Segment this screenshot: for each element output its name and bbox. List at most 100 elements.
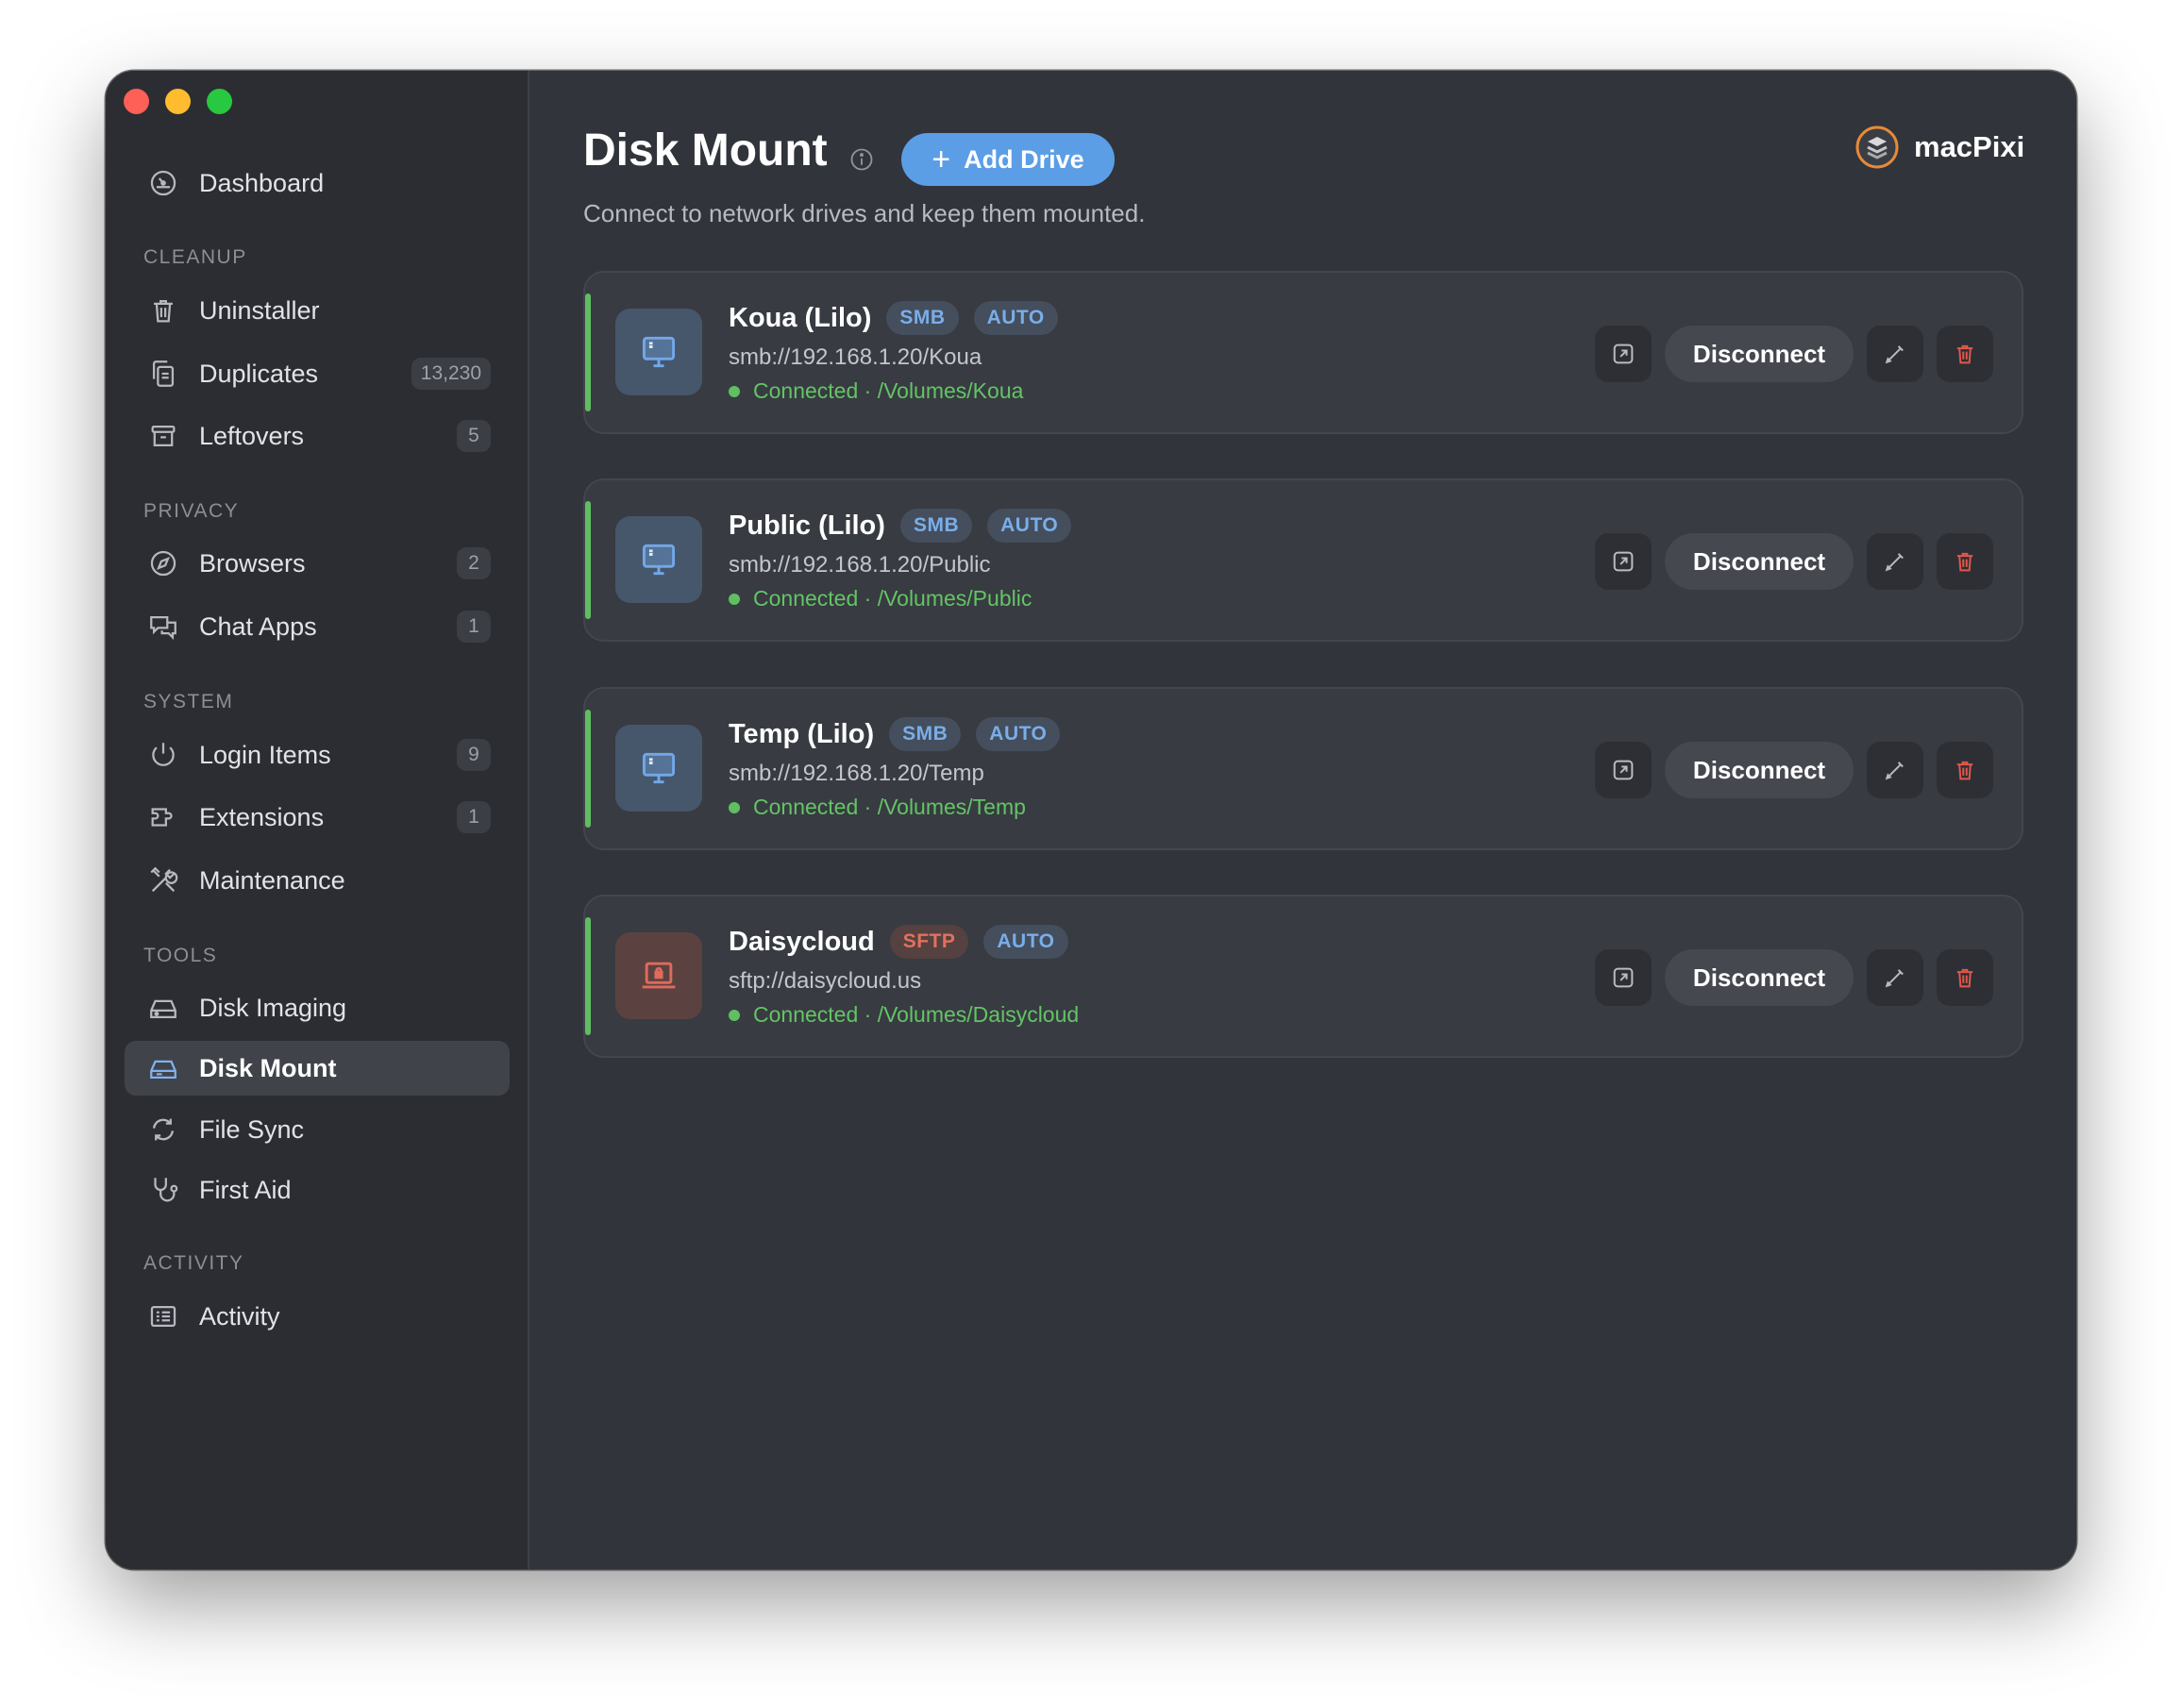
open-external-icon [1613, 343, 1634, 364]
status-text: Connected · /Volumes/Temp [753, 795, 1026, 819]
disconnect-button[interactable]: Disconnect [1665, 949, 1854, 1006]
drive-actions: Disconnect [1595, 949, 1993, 1006]
sidebar-item-file-sync[interactable]: File Sync [125, 1102, 510, 1157]
status-dot-icon [729, 593, 740, 605]
status-dot-icon [729, 1009, 740, 1021]
drive-name: Daisycloud [729, 926, 875, 957]
status-dot-icon [729, 385, 740, 397]
sidebar-item-label: Uninstaller [199, 295, 320, 325]
pencil-icon [1885, 553, 1904, 572]
sidebar-item-leftovers[interactable]: Leftovers 5 [125, 409, 510, 463]
laptop-lock-icon [642, 962, 676, 989]
protocol-badge: SMB [889, 717, 962, 751]
connected-indicator-bar [585, 710, 591, 828]
copy-icon [146, 357, 180, 391]
edit-drive-button[interactable] [1867, 949, 1923, 1006]
delete-drive-button[interactable] [1937, 949, 1993, 1006]
sidebar-item-browsers[interactable]: Browsers 2 [125, 536, 510, 591]
sidebar-item-disk-imaging[interactable]: Disk Imaging [125, 980, 510, 1035]
add-drive-button[interactable]: + Add Drive [901, 133, 1115, 186]
drive-actions: Disconnect [1595, 533, 1993, 590]
mode-badge: AUTO [973, 301, 1058, 335]
delete-drive-button[interactable] [1937, 326, 1993, 382]
open-in-finder-button[interactable] [1595, 949, 1652, 1006]
trash-icon [1956, 344, 1973, 364]
open-in-finder-button[interactable] [1595, 742, 1652, 798]
sidebar-item-label: First Aid [199, 1175, 292, 1204]
page-subtitle: Connect to network drives and keep them … [583, 199, 1146, 227]
section-heading-system: SYSTEM [143, 691, 234, 712]
delete-drive-button[interactable] [1937, 742, 1993, 798]
delete-drive-button[interactable] [1937, 533, 1993, 590]
drive-url: smb://192.168.1.20/Temp [729, 761, 984, 786]
power-icon [146, 738, 180, 772]
disk-mount-icon [146, 1051, 180, 1085]
disconnect-button[interactable]: Disconnect [1665, 533, 1854, 590]
count-badge: 1 [457, 801, 491, 833]
sidebar-item-activity[interactable]: Activity [125, 1289, 510, 1344]
open-external-icon [1613, 967, 1634, 988]
status-text: Connected · /Volumes/Koua [753, 378, 1024, 403]
sidebar-item-disk-mount[interactable]: Disk Mount [125, 1041, 510, 1096]
monitor-icon [642, 544, 676, 576]
sidebar-item-extensions[interactable]: Extensions 1 [125, 790, 510, 845]
sidebar: Dashboard CLEANUP Uninstaller Duplicates… [106, 71, 529, 1569]
section-heading-activity: ACTIVITY [143, 1252, 244, 1274]
mode-badge: AUTO [987, 509, 1072, 543]
open-in-finder-button[interactable] [1595, 326, 1652, 382]
mode-badge: AUTO [976, 717, 1061, 751]
sidebar-item-label: Dashboard [199, 168, 325, 197]
sidebar-item-maintenance[interactable]: Maintenance [125, 853, 510, 908]
drive-icon [615, 309, 702, 395]
drive-card: Temp (Lilo) SMB AUTO smb://192.168.1.20/… [583, 687, 2023, 850]
open-external-icon [1613, 551, 1634, 572]
drive-card: Public (Lilo) SMB AUTO smb://192.168.1.2… [583, 478, 2023, 642]
drive-url: smb://192.168.1.20/Koua [729, 344, 982, 370]
drive-url: smb://192.168.1.20/Public [729, 552, 991, 578]
edit-drive-button[interactable] [1867, 533, 1923, 590]
sidebar-item-dashboard[interactable]: Dashboard [125, 156, 510, 210]
sidebar-item-label: Disk Imaging [199, 993, 347, 1022]
status-text: Connected · /Volumes/Daisycloud [753, 1002, 1080, 1027]
sidebar-item-chat-apps[interactable]: Chat Apps 1 [125, 599, 510, 654]
sidebar-item-label: Maintenance [199, 865, 345, 895]
sidebar-item-label: Duplicates [199, 359, 319, 388]
drive-actions: Disconnect [1595, 742, 1993, 798]
protocol-badge: SFTP [889, 925, 969, 959]
drive-title-row: Temp (Lilo) SMB AUTO [729, 717, 1061, 751]
drive-title-row: Public (Lilo) SMB AUTO [729, 509, 1072, 543]
open-in-finder-button[interactable] [1595, 533, 1652, 590]
minimize-window-button[interactable] [165, 89, 191, 114]
trash-icon [1956, 552, 1973, 572]
sidebar-item-label: Disk Mount [199, 1053, 337, 1082]
connected-indicator-bar [585, 917, 591, 1035]
count-badge: 9 [457, 739, 491, 771]
window-controls [124, 89, 232, 114]
connected-indicator-bar [585, 293, 591, 411]
dashboard-icon [146, 166, 180, 200]
info-icon[interactable] [848, 146, 875, 173]
sidebar-item-login-items[interactable]: Login Items 9 [125, 728, 510, 782]
sidebar-item-uninstaller[interactable]: Uninstaller [125, 283, 510, 338]
drive-title-row: Koua (Lilo) SMB AUTO [729, 301, 1058, 335]
sidebar-item-label: Chat Apps [199, 611, 317, 641]
sidebar-item-duplicates[interactable]: Duplicates 13,230 [125, 346, 510, 401]
trash-icon [1956, 968, 1973, 988]
edit-drive-button[interactable] [1867, 326, 1923, 382]
sidebar-item-first-aid[interactable]: First Aid [125, 1163, 510, 1217]
drive-card: Daisycloud SFTP AUTO sftp://daisycloud.u… [583, 895, 2023, 1058]
maximize-window-button[interactable] [207, 89, 232, 114]
disconnect-button[interactable]: Disconnect [1665, 742, 1854, 798]
drive-status: Connected · /Volumes/Koua [729, 378, 1023, 404]
drive-status: Connected · /Volumes/Temp [729, 795, 1026, 820]
sidebar-item-label: Leftovers [199, 421, 305, 450]
drive-status: Connected · /Volumes/Public [729, 586, 1032, 611]
sidebar-item-label: Activity [199, 1301, 280, 1331]
macpixi-logo-icon [1855, 126, 1899, 169]
monitor-icon [642, 336, 676, 368]
sync-icon [146, 1113, 180, 1147]
disconnect-button[interactable]: Disconnect [1665, 326, 1854, 382]
edit-drive-button[interactable] [1867, 742, 1923, 798]
close-window-button[interactable] [124, 89, 149, 114]
drive-title-row: Daisycloud SFTP AUTO [729, 925, 1068, 959]
